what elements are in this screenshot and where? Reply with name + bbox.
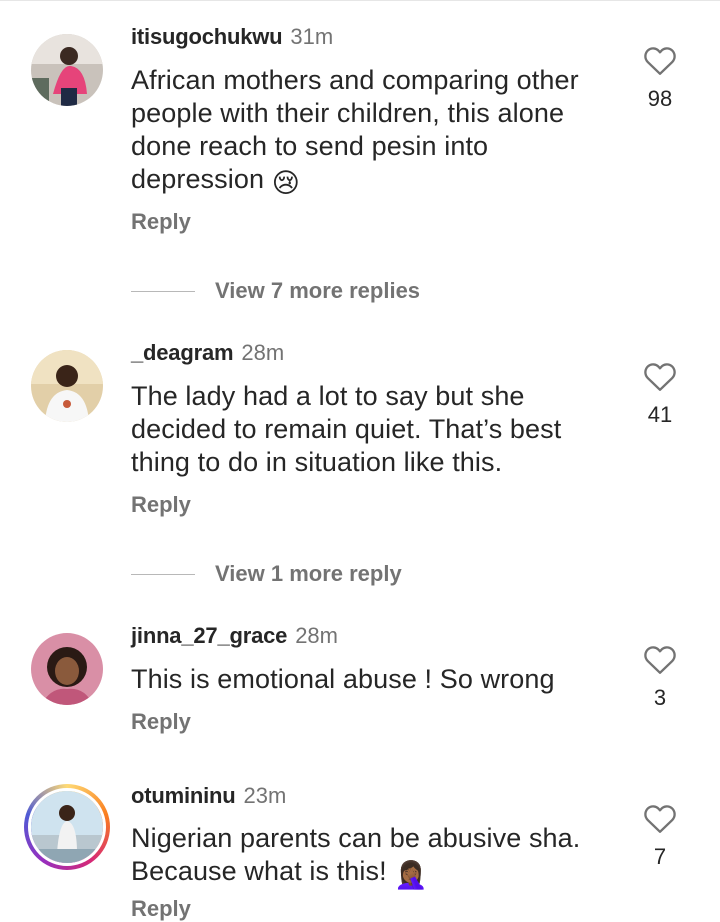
story-ring-avatar — [28, 788, 106, 866]
comment-text: This is emotional abuse ! So wrong — [131, 663, 601, 696]
like-count: 98 — [647, 86, 673, 111]
avatar[interactable] — [31, 34, 103, 106]
reply-button[interactable]: Reply — [131, 709, 191, 735]
comment-text: The lady had a lot to say but she decide… — [131, 380, 601, 479]
avatar[interactable] — [24, 784, 110, 870]
crying-face-emoji: 😢 — [271, 168, 300, 198]
reply-button[interactable]: Reply — [131, 896, 191, 922]
view-more-replies[interactable]: View 7 more replies — [131, 276, 420, 306]
like-button[interactable]: 3 — [640, 643, 680, 711]
user-photo-avatar — [31, 350, 103, 422]
reply-button[interactable]: Reply — [131, 492, 191, 518]
divider-line — [131, 573, 195, 575]
comment-text: African mothers and comparing other peop… — [131, 64, 601, 200]
comment-text: Nigerian parents can be abusive sha. Bec… — [131, 822, 601, 892]
comment-body: African mothers and comparing other peop… — [131, 65, 579, 194]
avatar[interactable] — [31, 633, 103, 705]
timestamp: 23m — [243, 783, 287, 808]
timestamp: 28m — [241, 340, 285, 365]
view-more-label[interactable]: View 7 more replies — [215, 278, 420, 304]
username[interactable]: jinna_27_grace — [131, 623, 287, 648]
timestamp: 28m — [295, 623, 338, 648]
comment-body: This is emotional abuse ! So wrong — [131, 664, 555, 694]
facepalm-emoji: 🤦🏾‍♀️ — [394, 860, 429, 890]
heart-outline-icon — [644, 47, 676, 75]
reply-button[interactable]: Reply — [131, 209, 191, 235]
view-more-label[interactable]: View 1 more reply — [215, 561, 402, 587]
heart-outline-icon — [644, 363, 676, 391]
like-count: 7 — [653, 844, 667, 869]
comment-meta: otumininu 23m — [131, 783, 286, 809]
heart-outline-icon — [644, 646, 676, 674]
timestamp: 31m — [290, 24, 334, 49]
comment-meta: itisugochukwu 31m — [131, 24, 333, 50]
username[interactable]: _deagram — [131, 340, 234, 365]
avatar[interactable] — [31, 350, 103, 422]
comment-meta: _deagram 28m — [131, 340, 284, 366]
comment-body: The lady had a lot to say but she decide… — [131, 381, 562, 477]
heart-outline-icon — [644, 805, 676, 833]
user-photo-avatar — [31, 633, 103, 705]
user-photo-avatar — [31, 791, 103, 863]
username[interactable]: otumininu — [131, 783, 236, 808]
like-button[interactable]: 98 — [640, 44, 680, 112]
like-button[interactable]: 41 — [640, 360, 680, 428]
like-count: 41 — [647, 402, 673, 427]
like-button[interactable]: 7 — [640, 802, 680, 870]
username[interactable]: itisugochukwu — [131, 24, 283, 49]
view-more-replies[interactable]: View 1 more reply — [131, 559, 402, 589]
comment-meta: jinna_27_grace 28m — [131, 623, 338, 649]
user-photo-avatar — [31, 34, 103, 106]
top-divider — [0, 0, 720, 1]
like-count: 3 — [653, 685, 667, 710]
divider-line — [131, 290, 195, 292]
comment-body: Nigerian parents can be abusive sha. Bec… — [131, 823, 581, 886]
